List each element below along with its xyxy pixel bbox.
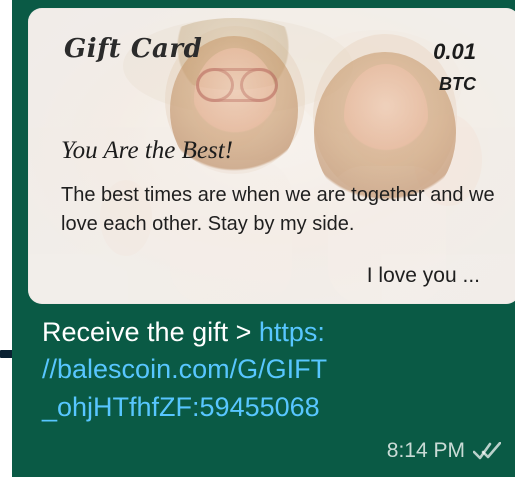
- message-bubble[interactable]: Gift Card 0.01 BTC You Are the Best! The…: [12, 0, 515, 477]
- gift-link-line3: _ohjHTfhfZF:59455068: [42, 391, 320, 422]
- gift-amount-unit: BTC: [439, 74, 476, 95]
- message-time: 8:14 PM: [386, 439, 465, 462]
- message-text: Receive the gift > https: //balescoin.com…: [42, 314, 502, 426]
- sunglasses-shape: [196, 68, 278, 102]
- gift-card-image[interactable]: Gift Card 0.01 BTC You Are the Best! The…: [28, 8, 515, 304]
- face-shape-right: [344, 64, 428, 168]
- gift-amount: 0.01 BTC: [433, 40, 476, 94]
- message-prefix: Receive the gift >: [42, 317, 259, 347]
- gift-amount-value: 0.01: [433, 39, 476, 64]
- gift-card-label: Gift Card: [64, 34, 203, 64]
- double-check-icon: [473, 442, 501, 460]
- gift-link-line2: //balescoin.com/G/GIFT: [42, 354, 328, 385]
- chat-screen: Gift Card 0.01 BTC You Are the Best! The…: [0, 0, 515, 477]
- card-signoff: I love you ...: [366, 264, 480, 287]
- card-body-text: The best times are when we are together …: [61, 184, 495, 235]
- gift-link-line1: https:: [258, 317, 325, 347]
- card-title: You Are the Best!: [61, 137, 233, 164]
- message-meta: 8:14 PM: [387, 439, 501, 463]
